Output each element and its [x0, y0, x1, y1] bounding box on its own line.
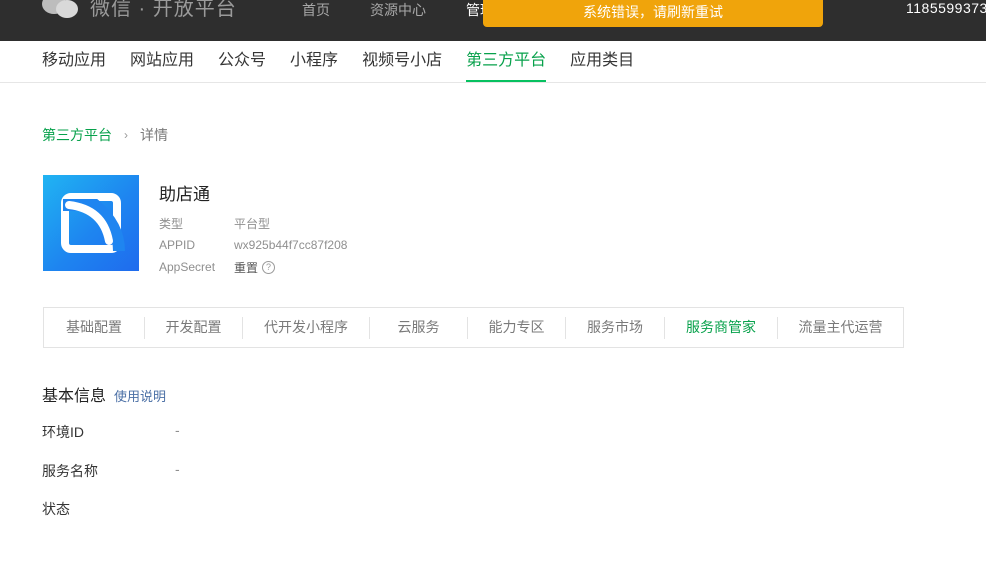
nav-home[interactable]: 首页 [302, 0, 330, 18]
subnav-third-party-platform[interactable]: 第三方平台 [466, 41, 547, 82]
subnav-web-apps[interactable]: 网站应用 [130, 41, 194, 82]
subnav-mobile-apps[interactable]: 移动应用 [42, 41, 106, 82]
breadcrumb-current: 详情 [140, 127, 168, 143]
logo-text: 微信 · 开放平台 [90, 0, 237, 20]
appsecret-label: AppSecret [159, 260, 216, 274]
type-label: 类型 [159, 216, 184, 231]
subnav-channels-shop[interactable]: 视频号小店 [362, 41, 442, 82]
subnav-official-accounts[interactable]: 公众号 [218, 41, 266, 82]
detail-tabs: 基础配置 开发配置 代开发小程序 云服务 能力专区 服务市场 服务商管家 流量主… [43, 307, 904, 348]
user-account-id[interactable]: 1185599373 [906, 0, 986, 16]
wechat-logo[interactable]: 微信 · 开放平台 [42, 0, 237, 21]
wechat-bubble-icon [42, 0, 78, 20]
breadcrumb: 第三方平台 › 详情 [42, 125, 168, 145]
tab-dev-mini-program[interactable]: 代开发小程序 [243, 308, 369, 347]
service-name-label: 服务名称 [42, 463, 98, 479]
top-header: 微信 · 开放平台 首页 资源中心 管理 系统错误，请刷新重试 11855993… [0, 0, 986, 41]
appsecret-reset-link[interactable]: 重置 ? [234, 259, 276, 276]
status-label: 状态 [42, 501, 70, 517]
service-name-value: - [175, 461, 180, 477]
tab-traffic-operation[interactable]: 流量主代运营 [778, 308, 903, 347]
app-name: 助店通 [159, 185, 210, 204]
tab-dev-config[interactable]: 开发配置 [145, 308, 242, 347]
appid-label: APPID [159, 238, 196, 252]
tab-service-market[interactable]: 服务市场 [566, 308, 664, 347]
basic-info-title: 基本信息 使用说明 [42, 382, 166, 406]
env-id-value: - [175, 422, 180, 438]
type-value: 平台型 [234, 216, 271, 231]
reset-label[interactable]: 重置 [234, 259, 258, 276]
help-circle-icon[interactable]: ? [262, 260, 276, 274]
usage-guide-link[interactable]: 使用说明 [114, 386, 166, 405]
appid-value: wx925b44f7cc87f208 [234, 238, 348, 252]
chevron-right-icon: › [124, 128, 128, 142]
tab-basic-config[interactable]: 基础配置 [44, 308, 144, 347]
app-logo-icon [61, 193, 125, 253]
tab-capabilities[interactable]: 能力专区 [468, 308, 565, 347]
env-id-label: 环境ID [42, 424, 84, 440]
app-meta: 类型 平台型 APPID wx925b44f7cc87f208 AppSecre… [159, 212, 347, 278]
subnav-app-categories[interactable]: 应用类目 [570, 41, 634, 82]
tab-cloud-service[interactable]: 云服务 [370, 308, 467, 347]
section-title-text: 基本信息 [42, 388, 107, 405]
breadcrumb-parent[interactable]: 第三方平台 [42, 125, 112, 145]
error-toast: 系统错误，请刷新重试 [483, 0, 823, 27]
app-logo [43, 175, 139, 271]
nav-resources[interactable]: 资源中心 [370, 0, 426, 18]
tab-provider-steward[interactable]: 服务商管家 [665, 308, 777, 347]
sub-nav: 移动应用 网站应用 公众号 小程序 视频号小店 第三方平台 应用类目 [0, 41, 986, 83]
subnav-mini-programs[interactable]: 小程序 [290, 41, 338, 82]
